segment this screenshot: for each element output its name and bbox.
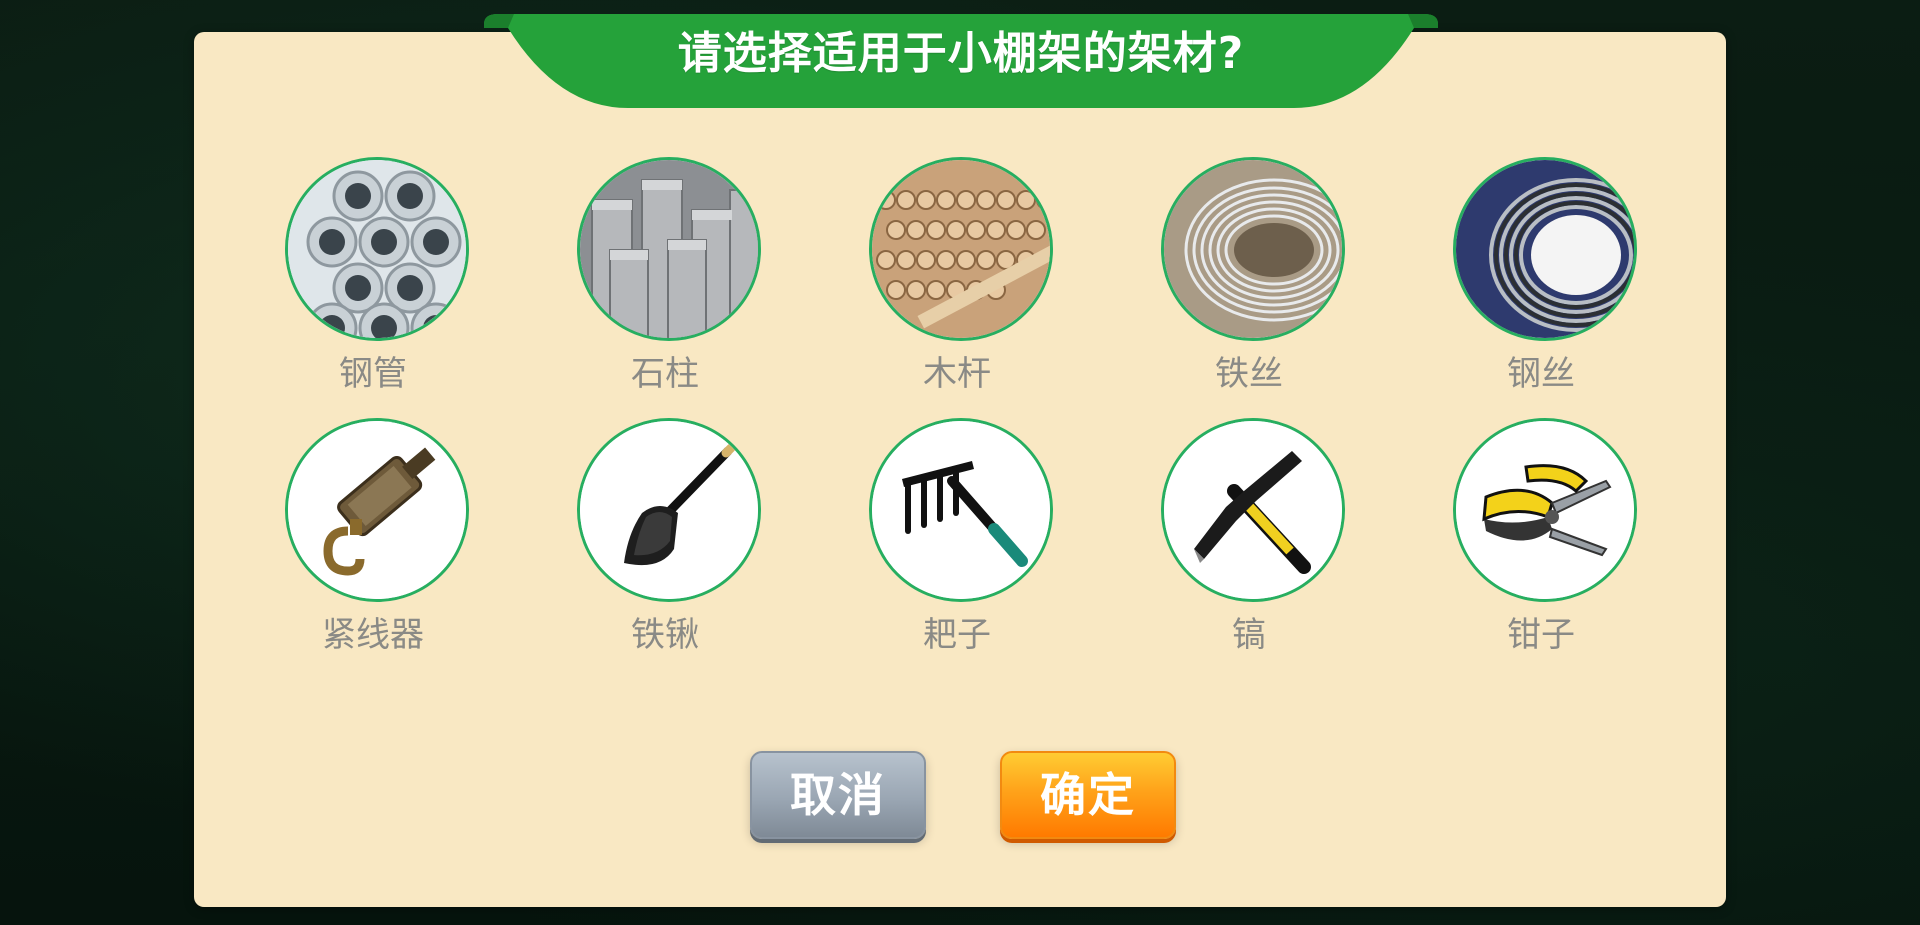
pickaxe-icon [1164, 421, 1342, 599]
option-image [1453, 157, 1637, 341]
steel-pipe-icon [288, 160, 466, 338]
option-stone-pillar[interactable]: 石柱 [570, 157, 761, 417]
option-label: 镐 [1232, 615, 1266, 655]
option-image [1161, 418, 1345, 602]
confirm-button[interactable]: 确定 [1000, 751, 1176, 839]
option-label: 钢丝 [1507, 354, 1575, 394]
stone-pillar-icon [580, 160, 758, 338]
option-image [1453, 418, 1637, 602]
pliers-icon [1456, 421, 1634, 599]
option-image [577, 418, 761, 602]
steel-wire-icon [1456, 160, 1634, 338]
option-steel-wire[interactable]: 钢丝 [1446, 157, 1637, 417]
option-wooden-pole[interactable]: 木杆 [862, 157, 1053, 417]
option-label: 石柱 [631, 354, 699, 394]
cancel-button[interactable]: 取消 [750, 751, 926, 839]
option-iron-wire[interactable]: 铁丝 [1154, 157, 1345, 417]
title-banner: 请选择适用于小棚架的架材? [484, 14, 1438, 109]
option-image [1161, 157, 1345, 341]
option-label: 铁丝 [1215, 354, 1283, 394]
wire-tightener-icon [288, 421, 466, 599]
option-label: 钢管 [339, 354, 407, 394]
iron-wire-icon [1164, 160, 1342, 338]
dialog-title: 请选择适用于小棚架的架材? [677, 28, 1245, 79]
option-pliers[interactable]: 钳子 [1446, 418, 1637, 678]
option-wire-tightener[interactable]: 紧线器 [278, 418, 469, 678]
option-label: 铁锹 [631, 615, 699, 655]
option-label: 钳子 [1507, 615, 1575, 655]
option-image [577, 157, 761, 341]
option-steel-pipe[interactable]: 钢管 [278, 157, 469, 417]
option-pickaxe[interactable]: 镐 [1154, 418, 1345, 678]
option-image [285, 418, 469, 602]
option-rake[interactable]: 耙子 [862, 418, 1053, 678]
option-label: 木杆 [923, 354, 991, 394]
option-shovel[interactable]: 铁锹 [570, 418, 761, 678]
option-grid: 钢管 石柱 木杆 铁丝 钢丝 紧线器 铁锹 耙子 镐 钳子 [194, 0, 1726, 925]
rake-icon [872, 421, 1050, 599]
option-image [869, 157, 1053, 341]
option-label: 紧线器 [322, 615, 424, 655]
option-image [869, 418, 1053, 602]
wooden-pole-icon [872, 160, 1050, 338]
option-image [285, 157, 469, 341]
shovel-icon [580, 421, 758, 599]
option-label: 耙子 [923, 615, 991, 655]
